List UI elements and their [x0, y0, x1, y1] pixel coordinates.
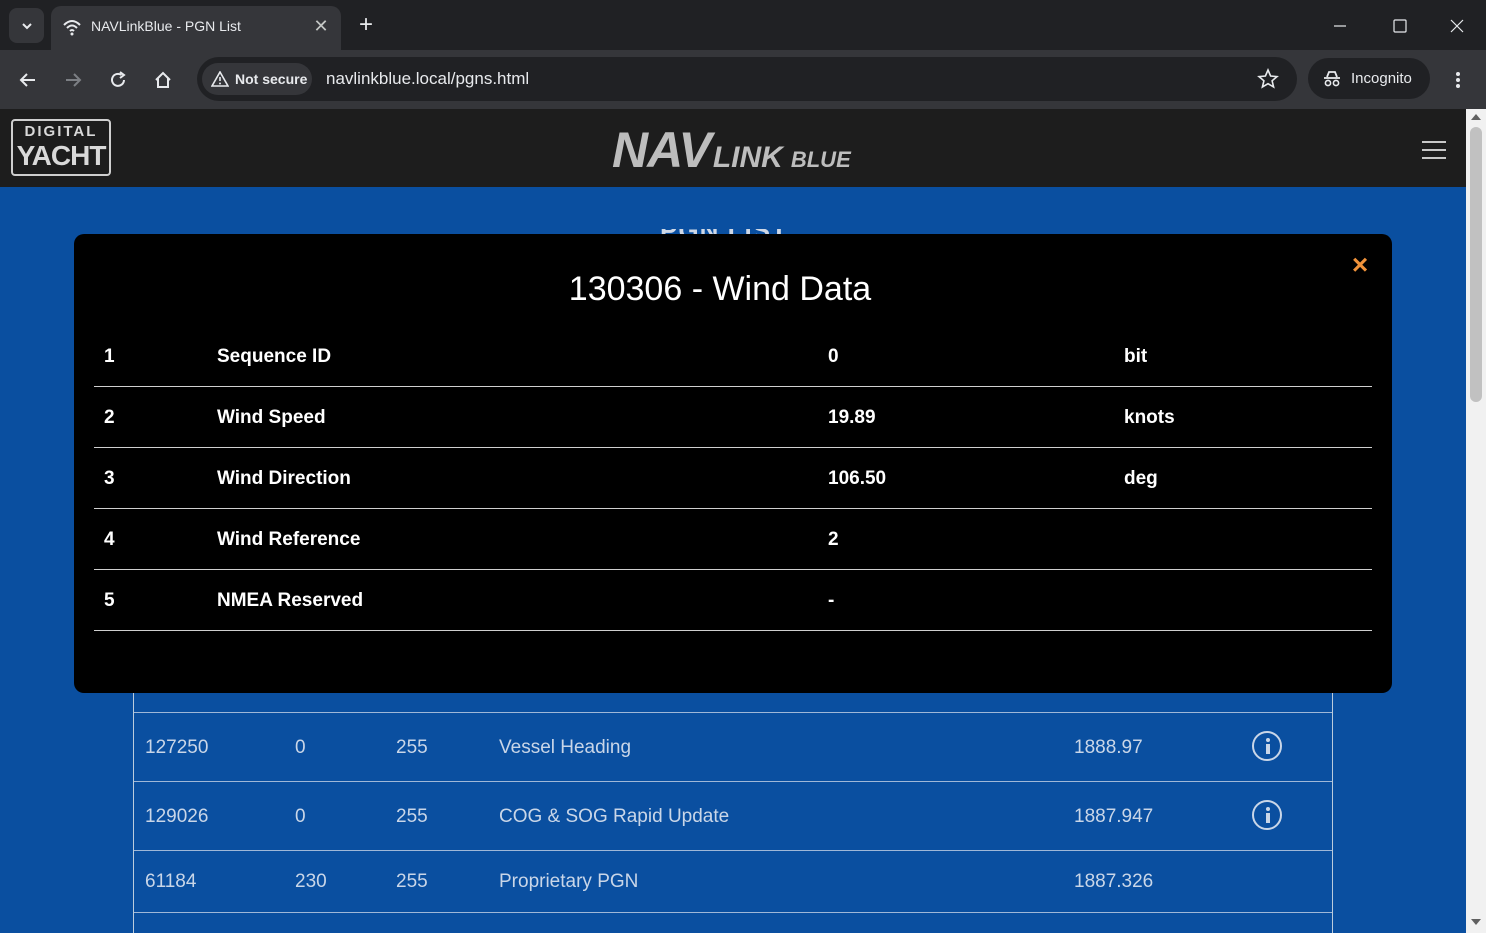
logo-text-bottom: YACHT — [16, 140, 107, 171]
minimize-icon[interactable] — [1326, 12, 1354, 40]
digital-yacht-logo[interactable]: DIGITAL YACHT — [11, 119, 111, 176]
description-cell: Vessel Heading — [499, 737, 632, 758]
field-value: 2 — [828, 529, 839, 550]
scroll-up-icon[interactable] — [1471, 114, 1481, 120]
active-tab[interactable]: NAVLinkBlue - PGN List ✕ — [51, 6, 341, 50]
tab-strip: NAVLinkBlue - PGN List ✕ + — [0, 0, 1486, 50]
field-row: 1 Sequence ID 0 bit — [94, 326, 1372, 387]
field-number: 4 — [104, 529, 115, 550]
maximize-icon[interactable] — [1386, 12, 1414, 40]
modal-title: 130306 - Wind Data — [568, 270, 872, 308]
reload-icon[interactable] — [102, 64, 134, 96]
chevron-down-icon — [21, 22, 32, 29]
destination-cell: 255 — [396, 871, 428, 892]
logo-nav-text: NAV — [612, 122, 712, 178]
tab-close-icon[interactable]: ✕ — [311, 16, 331, 36]
field-table: 1 Sequence ID 0 bit 2 Wind Speed 19.89 k… — [94, 326, 1372, 631]
pgn-table: 127250 0 255 Vessel Heading 1888.97 1290… — [133, 692, 1333, 933]
table-row — [134, 912, 1332, 933]
field-row: 3 Wind Direction 106.50 deg — [94, 448, 1372, 509]
field-number: 1 — [104, 346, 115, 367]
field-unit: bit — [1124, 346, 1148, 367]
source-cell: 0 — [295, 806, 306, 827]
pgn-cell: 127250 — [145, 737, 209, 758]
tab-title: NAVLinkBlue - PGN List — [91, 18, 241, 34]
timestamp-cell: 1888.97 — [1074, 737, 1143, 758]
new-tab-button[interactable]: + — [352, 12, 380, 40]
logo-link-text: LINK — [712, 141, 783, 174]
warning-icon — [211, 71, 229, 87]
field-name: Sequence ID — [217, 346, 332, 367]
pgn-cell: 61184 — [145, 871, 197, 892]
bookmark-star-icon[interactable] — [1257, 68, 1279, 90]
scroll-down-icon[interactable] — [1471, 919, 1481, 925]
source-cell: 230 — [295, 871, 327, 892]
page-scrollbar[interactable] — [1466, 109, 1486, 933]
field-name: NMEA Reserved — [217, 590, 364, 611]
url-text[interactable]: navlinkblue.local/pgns.html — [326, 69, 529, 89]
more-menu-icon[interactable] — [1446, 64, 1470, 96]
field-row: 2 Wind Speed 19.89 knots — [94, 387, 1372, 448]
field-value: 0 — [828, 346, 839, 367]
pgn-cell: 129026 — [145, 806, 209, 827]
description-cell: COG & SOG Rapid Update — [499, 806, 730, 827]
scrollbar-thumb[interactable] — [1470, 127, 1482, 402]
field-name: Wind Direction — [217, 468, 351, 489]
table-row[interactable]: 61184 230 255 Proprietary PGN 1887.326 — [134, 850, 1332, 912]
incognito-label: Incognito — [1351, 70, 1412, 87]
field-value: 106.50 — [828, 468, 887, 489]
incognito-button[interactable]: Incognito — [1308, 58, 1430, 99]
site-header: DIGITAL YACHT NAV LINK BLUE — [0, 109, 1466, 187]
wifi-icon — [63, 20, 81, 36]
security-label: Not secure — [235, 71, 308, 87]
field-value: - — [828, 590, 835, 611]
browser-toolbar: Not secure navlinkblue.local/pgns.html I… — [0, 50, 1486, 109]
field-value: 19.89 — [828, 407, 876, 428]
field-row: 4 Wind Reference 2 — [94, 509, 1372, 570]
navlink-blue-logo: NAV LINK BLUE — [612, 122, 851, 178]
incognito-icon — [1324, 70, 1340, 86]
table-row — [134, 692, 1332, 712]
field-number: 5 — [104, 590, 115, 611]
timestamp-cell: 1887.326 — [1074, 871, 1154, 892]
logo-text-top: DIGITAL — [24, 123, 98, 140]
field-unit: deg — [1124, 468, 1158, 489]
home-icon[interactable] — [147, 64, 179, 96]
back-icon[interactable] — [12, 64, 44, 96]
table-row[interactable]: 129026 0 255 COG & SOG Rapid Update 1887… — [134, 781, 1332, 850]
hamburger-menu-icon[interactable] — [1422, 141, 1446, 159]
security-indicator[interactable]: Not secure — [202, 63, 312, 95]
close-window-icon[interactable] — [1443, 12, 1471, 40]
timestamp-cell: 1887.947 — [1074, 806, 1154, 827]
field-number: 2 — [104, 407, 115, 428]
info-icon[interactable] — [1252, 800, 1282, 830]
address-bar[interactable]: Not secure navlinkblue.local/pgns.html — [197, 57, 1297, 101]
field-number: 3 — [104, 468, 115, 489]
logo-blue-text: BLUE — [790, 147, 851, 172]
destination-cell: 255 — [396, 737, 428, 758]
field-name: Wind Speed — [217, 407, 326, 428]
source-cell: 0 — [295, 737, 306, 758]
destination-cell: 255 — [396, 806, 428, 827]
field-name: Wind Reference — [217, 529, 361, 550]
table-row[interactable]: 127250 0 255 Vessel Heading 1888.97 — [134, 712, 1332, 781]
tab-search-button[interactable] — [9, 8, 44, 43]
description-cell: Proprietary PGN — [499, 871, 639, 892]
forward-icon[interactable] — [57, 64, 89, 96]
page-viewport: DIGITAL YACHT NAV LINK BLUE PGN LIST 127… — [0, 109, 1486, 933]
field-row: 5 NMEA Reserved - — [94, 570, 1372, 631]
pgn-detail-modal: × 130306 - Wind Data 1 Sequence ID 0 bit… — [74, 234, 1392, 693]
field-unit: knots — [1124, 407, 1175, 428]
info-icon[interactable] — [1252, 731, 1282, 761]
